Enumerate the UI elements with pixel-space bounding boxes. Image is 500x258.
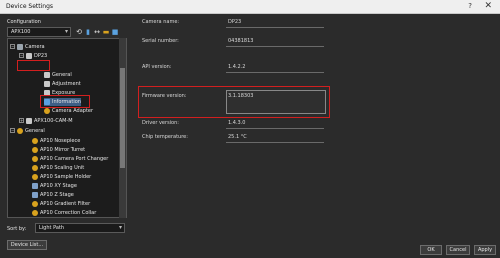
stage-icon xyxy=(32,191,38,198)
tree-item-ap10-mirror-turret[interactable]: AP10 Mirror Turret xyxy=(32,146,85,154)
configuration-select[interactable]: APX100 ▾ xyxy=(7,27,71,37)
collapse-icon[interactable]: − xyxy=(10,128,15,133)
configuration-value: APX100 xyxy=(11,29,31,35)
tree-item-general[interactable]: General xyxy=(44,71,72,79)
refresh-icon[interactable]: ⟲ xyxy=(75,28,83,36)
chip-temperature-divider xyxy=(226,142,324,143)
signal-icon[interactable]: ▮ xyxy=(84,28,92,36)
apply-button[interactable]: Apply xyxy=(474,245,496,255)
camera-name-label: Camera name: xyxy=(142,19,180,25)
tree-item-dp23[interactable]: − DP23 xyxy=(19,52,47,60)
tree-item-adjustment[interactable]: Adjustment xyxy=(44,80,81,88)
window-title: Device Settings xyxy=(6,3,54,10)
highlight-firmware xyxy=(138,86,330,118)
gear-icon xyxy=(32,200,38,207)
camera-name-divider xyxy=(226,27,324,28)
help-button[interactable]: ? xyxy=(468,2,472,10)
serial-number-divider xyxy=(226,46,324,47)
tree-item-ap10-xy-stage[interactable]: AP10 XY Stage xyxy=(32,182,77,190)
expand-icon[interactable]: + xyxy=(19,118,24,123)
collapse-icon[interactable]: − xyxy=(10,44,15,49)
device-list-button[interactable]: Device List... xyxy=(7,240,47,250)
tree-item-ap10-scaling-unit[interactable]: AP10 Scaling Unit xyxy=(32,164,84,172)
tree-item-general-group[interactable]: − General xyxy=(10,127,45,135)
tree-item-ap10-gradient-filter[interactable]: AP10 Gradient Filter xyxy=(32,200,90,208)
sort-label: Sort by: xyxy=(7,226,27,232)
camera-icon xyxy=(17,43,23,50)
tree-item-ap10-camera-port-changer[interactable]: AP10 Camera Port Changer xyxy=(32,155,108,163)
driver-version-label: Driver version: xyxy=(142,120,179,126)
cancel-button[interactable]: Cancel xyxy=(446,245,470,255)
camera-icon xyxy=(26,117,32,124)
driver-version-value: 1.4.3.0 xyxy=(228,120,246,126)
tree-item-camera[interactable]: − Camera xyxy=(10,43,45,51)
api-version-value: 1.4.2.2 xyxy=(228,64,246,70)
title-bar: Device Settings ? ✕ xyxy=(0,0,500,14)
gear-icon xyxy=(32,155,38,162)
gear-icon xyxy=(32,209,38,216)
gear-icon xyxy=(44,107,50,114)
collapse-icon[interactable]: − xyxy=(19,53,24,58)
chip-temperature-label: Chip temperature: xyxy=(142,134,188,140)
driver-version-divider xyxy=(226,128,324,129)
tree-item-ap10-sample-holder[interactable]: AP10 Sample Holder xyxy=(32,173,91,181)
chip-temperature-value: 25.1 °C xyxy=(228,134,247,140)
camera-icon xyxy=(44,71,50,78)
camera-icon xyxy=(44,80,50,87)
serial-number-value: 04381813 xyxy=(228,38,254,44)
ok-button[interactable]: OK xyxy=(420,245,442,255)
configuration-label: Configuration xyxy=(7,19,41,25)
sort-select[interactable]: Light Path ▾ xyxy=(35,223,125,233)
serial-number-label: Serial number: xyxy=(142,38,179,44)
chevron-down-icon: ▾ xyxy=(118,224,122,231)
api-version-label: API version: xyxy=(142,64,172,70)
gear-icon xyxy=(32,146,38,153)
gear-icon xyxy=(32,173,38,180)
tree-item-ap10-nosepiece[interactable]: AP10 Nosepiece xyxy=(32,137,80,145)
close-button[interactable]: ✕ xyxy=(484,1,492,11)
stage-icon xyxy=(32,182,38,189)
sort-value: Light Path xyxy=(39,225,65,231)
save-icon[interactable]: ■ xyxy=(111,28,119,36)
camera-name-value: DP23 xyxy=(228,19,242,25)
tree-item-ap10-z-stage[interactable]: AP10 Z Stage xyxy=(32,191,74,199)
gear-icon xyxy=(32,164,38,171)
arrows-icon[interactable]: ↔ xyxy=(93,28,101,36)
folder-icon[interactable]: ▬ xyxy=(102,28,110,36)
gear-icon xyxy=(32,137,38,144)
highlight-information xyxy=(40,95,90,108)
camera-icon xyxy=(26,52,32,59)
tree-item-ap10-correction-collar[interactable]: AP10 Correction Collar xyxy=(32,209,96,217)
panel-scrollbar-thumb[interactable] xyxy=(120,68,125,168)
gear-icon xyxy=(17,127,23,134)
tree-item-camera-adapter[interactable]: Camera Adapter xyxy=(44,107,93,115)
highlight-dp23 xyxy=(17,60,50,71)
chevron-down-icon: ▾ xyxy=(64,28,68,35)
tree-item-apx100-cam-m[interactable]: + APX100-CAM-M xyxy=(19,117,73,125)
api-version-divider xyxy=(226,72,324,73)
panel-scrollbar[interactable] xyxy=(119,38,126,218)
